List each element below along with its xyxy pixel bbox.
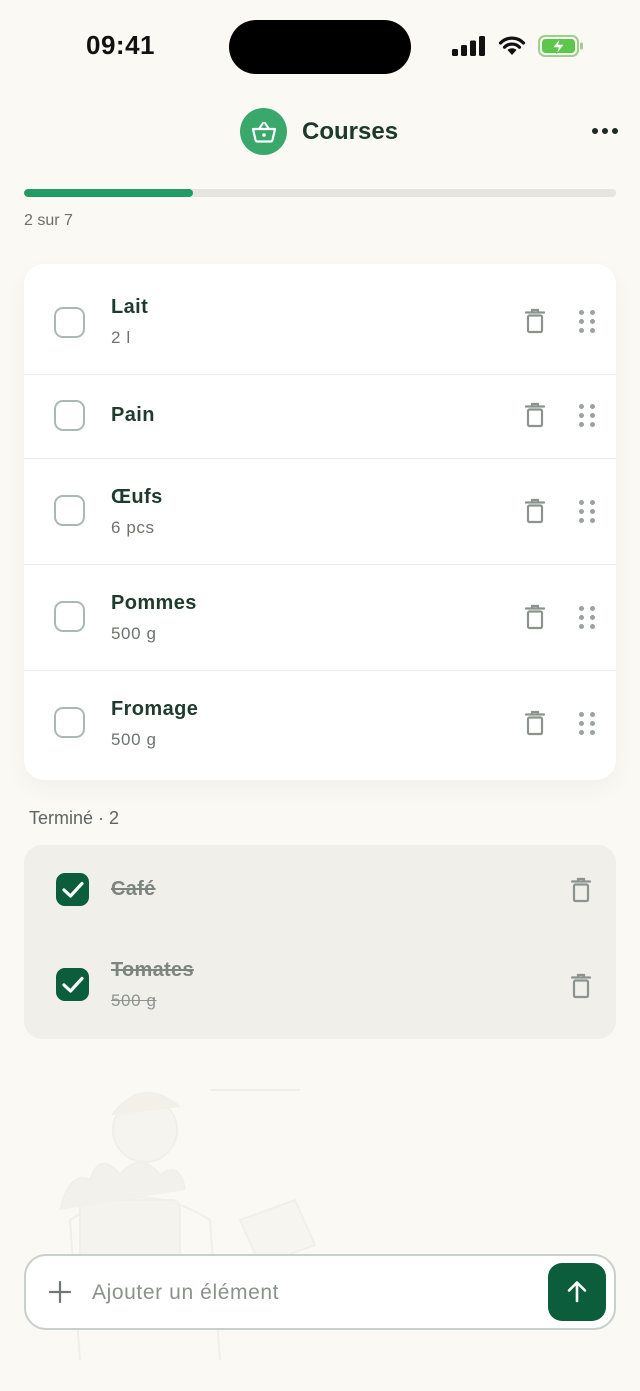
item-quantity: 500 g [111,624,157,643]
drag-handle-icon[interactable] [579,310,595,333]
drag-handle-icon[interactable] [579,404,595,427]
progress-label: 2 sur 7 [24,212,73,229]
checked-checkbox-icon[interactable] [56,968,89,1001]
trash-icon[interactable] [524,498,546,524]
item-checkbox[interactable] [54,601,85,632]
done-item-name: Café [111,878,156,900]
done-section-label: Terminé · 2 [29,808,120,828]
item-name: Lait [111,296,149,318]
item-name: Pain [111,404,155,426]
trash-icon[interactable] [524,604,546,630]
trash-icon[interactable] [524,710,546,736]
done-list-item[interactable]: Café [24,845,616,935]
done-items-card: Café Tomates 500 g [24,845,616,1039]
item-quantity: 6 pcs [111,518,155,537]
basket-icon [240,108,287,155]
drag-handle-icon[interactable] [579,606,595,629]
item-checkbox[interactable] [54,707,85,738]
list-item[interactable]: Fromage 500 g [24,670,616,780]
trash-icon[interactable] [524,402,546,428]
item-quantity: 2 l [111,328,131,347]
page-title: Courses [302,117,399,145]
item-quantity: 500 g [111,730,157,749]
item-checkbox[interactable] [54,307,85,338]
item-checkbox[interactable] [54,495,85,526]
list-item[interactable]: Lait 2 l [24,264,616,375]
more-options-icon[interactable] [592,128,618,134]
wifi-icon [498,36,526,55]
submit-button[interactable] [548,1263,606,1321]
status-bar: 09:41 [0,0,640,95]
list-item[interactable]: Pommes 500 g [24,564,616,671]
app-header: Courses [0,100,640,170]
drag-handle-icon[interactable] [579,500,595,523]
add-item-input[interactable] [92,1278,532,1308]
progress-fill [24,189,194,197]
item-name: Œufs [111,486,163,508]
status-time: 09:41 [86,30,155,60]
item-name: Fromage [111,698,199,720]
list-item[interactable]: Œufs 6 pcs [24,458,616,565]
battery-charging-icon [538,35,583,57]
trash-icon[interactable] [570,973,592,999]
trash-icon[interactable] [524,308,546,334]
done-item-quantity: 500 g [111,991,157,1010]
checked-checkbox-icon[interactable] [56,873,89,906]
done-list-item[interactable]: Tomates 500 g [24,935,616,1039]
header-title-group: Courses [240,108,398,155]
done-item-name: Tomates [111,959,194,981]
drag-handle-icon[interactable] [579,712,595,735]
trash-icon[interactable] [570,877,592,903]
plus-icon[interactable] [48,1280,72,1304]
item-checkbox[interactable] [54,400,85,431]
dynamic-island [229,20,411,74]
signal-icon [452,36,485,56]
add-item-bar [24,1254,616,1330]
item-name: Pommes [111,592,197,614]
status-icons [452,35,584,57]
progress-bar [24,189,616,197]
list-item[interactable]: Pain [24,374,616,459]
items-card: Lait 2 l Pain Œufs 6 pcs Pommes 500 g Fr… [24,264,616,780]
arrow-up-icon [567,1281,587,1303]
